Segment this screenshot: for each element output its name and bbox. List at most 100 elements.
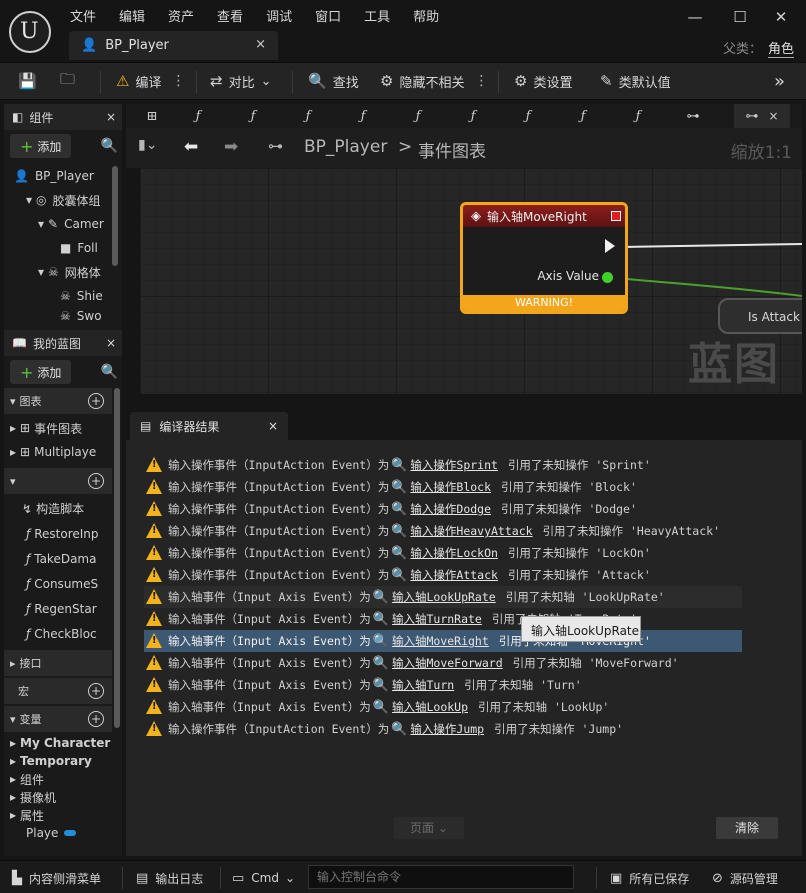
graph-tab-function[interactable]: ƒ <box>337 104 389 128</box>
menu-item-asset[interactable]: 资产 <box>168 6 194 25</box>
add-component-button[interactable]: + 添加 <box>10 134 72 158</box>
menu-item-window[interactable]: 窗口 <box>315 6 341 25</box>
graphs-section[interactable]: ▾ 图表 + <box>4 388 112 414</box>
node-link[interactable]: 输入操作Jump <box>410 721 484 737</box>
exec-pin-icon[interactable] <box>605 239 615 253</box>
graph-tab-function[interactable]: ƒ <box>282 104 334 128</box>
component-follow-camera[interactable]: ■ Foll <box>4 236 122 260</box>
component-capsule[interactable]: ▾ ◎ 胶囊体组 <box>4 188 122 212</box>
add-graph-icon[interactable]: + <box>88 393 104 409</box>
menu-item-help[interactable]: 帮助 <box>413 6 439 25</box>
node-link[interactable]: 输入操作HeavyAttack <box>410 523 532 539</box>
compiler-message-row[interactable]: 输入操作事件（InputAction Event）为🔍输入操作Block引用了未… <box>144 476 742 498</box>
close-tab-icon[interactable]: × <box>768 109 778 123</box>
back-arrow-icon[interactable]: ⬅ <box>184 137 198 157</box>
close-panel-icon[interactable]: × <box>106 110 116 124</box>
function-item[interactable]: ƒ TakeDama <box>4 546 112 571</box>
variable-category[interactable]: ▸ 摄像机 <box>4 788 112 806</box>
functions-section[interactable]: ▾ + <box>4 468 112 494</box>
component-root[interactable]: 👤 BP_Player <box>4 164 122 188</box>
graph-tab-graph[interactable]: ⊶ <box>667 104 719 128</box>
function-item[interactable]: ƒ RestoreInp <box>4 521 112 546</box>
component-mesh[interactable]: ▾ ☠ 网格体 <box>4 260 122 284</box>
node-link[interactable]: 输入轴LookUp <box>392 699 468 715</box>
save-icon[interactable]: 💾 <box>18 63 43 99</box>
node-link[interactable]: 输入操作LockOn <box>410 545 498 561</box>
graph-tab-function[interactable]: ƒ <box>447 104 499 128</box>
variable-category[interactable]: ▸ 属性 <box>4 806 112 824</box>
compiler-message-row[interactable]: 输入轴事件（Input Axis Event）为🔍输入轴LookUp引用了未知轴… <box>144 696 742 718</box>
graph-tab-function[interactable]: ƒ <box>392 104 444 128</box>
graph-canvas[interactable]: ◈ 输入轴MoveRight Axis Value WARNING! Is At… <box>140 168 802 394</box>
output-log-button[interactable]: ▤ 输出日志 <box>136 867 203 889</box>
toolbar-overflow-icon[interactable]: » <box>774 63 785 99</box>
variable-category[interactable]: ▸ Temporary <box>4 752 112 770</box>
input-axis-node[interactable]: ◈ 输入轴MoveRight Axis Value WARNING! <box>460 202 628 314</box>
maximize-icon[interactable]: ☐ <box>725 8 755 30</box>
content-drawer-button[interactable]: ▙ 内容侧滑菜单 <box>12 867 101 889</box>
source-control-button[interactable]: ⊘ 源码管理 <box>712 867 778 889</box>
diff-button[interactable]: ⇄ 对比 ⌄ <box>210 63 272 99</box>
function-item[interactable]: ƒ RegenStar <box>4 596 112 621</box>
minimize-icon[interactable]: — <box>680 8 710 30</box>
node-link[interactable]: 输入轴LookUpRate <box>392 589 496 605</box>
compiler-message-row[interactable]: 输入操作事件（InputAction Event）为🔍输入操作Attack引用了… <box>144 564 742 586</box>
function-item[interactable]: ƒ CheckBloc <box>4 621 112 646</box>
compiler-message-row[interactable]: 输入操作事件（InputAction Event）为🔍输入操作Jump引用了未知… <box>144 718 742 740</box>
compiler-message-row[interactable]: 输入操作事件（InputAction Event）为🔍输入操作Dodge引用了未… <box>144 498 742 520</box>
graph-item-multiplayer[interactable]: ▸ ⊞ Multiplaye <box>4 440 112 464</box>
variable-item[interactable]: Playe <box>4 824 112 842</box>
add-blueprint-item-button[interactable]: + 添加 <box>10 360 72 384</box>
node-link[interactable]: 输入操作Attack <box>410 567 498 583</box>
graph-tab-function[interactable]: ƒ <box>227 104 279 128</box>
unreal-logo-icon[interactable]: U <box>9 11 51 53</box>
class-settings-button[interactable]: ⚙ 类设置 <box>514 63 572 99</box>
node-link[interactable]: 输入轴Turn <box>392 677 454 693</box>
menu-item-view[interactable]: 查看 <box>217 6 243 25</box>
menu-item-file[interactable]: 文件 <box>70 6 96 25</box>
close-tab-icon[interactable]: × <box>268 419 278 433</box>
compiler-message-row[interactable]: 输入轴事件（Input Axis Event）为🔍输入轴TurnRate引用了未… <box>144 608 742 630</box>
graph-tab-function[interactable]: ƒ <box>612 104 664 128</box>
search-icon[interactable]: 🔍 <box>101 138 118 154</box>
compiler-message-row[interactable]: 输入轴事件（Input Axis Event）为🔍输入轴MoveForward引… <box>144 652 742 674</box>
compiler-message-row[interactable]: 输入操作事件（InputAction Event）为🔍输入操作LockOn引用了… <box>144 542 742 564</box>
components-scrollbar[interactable] <box>112 166 118 266</box>
compile-button[interactable]: ⚠ 编译 ⋮ <box>116 63 185 99</box>
node-link[interactable]: 输入轴MoveRight <box>392 633 489 649</box>
all-saved-button[interactable]: ▣ 所有已保存 <box>610 867 689 889</box>
function-item[interactable]: ƒ ConsumeS <box>4 571 112 596</box>
breadcrumb-blueprint[interactable]: BP_Player <box>304 137 387 157</box>
class-defaults-button[interactable]: ✎ 类默认值 <box>600 63 671 99</box>
cmd-selector[interactable]: ▭ Cmd ⌄ <box>232 867 295 889</box>
graph-tab-function[interactable]: ƒ <box>502 104 554 128</box>
my-blueprint-scrollbar[interactable] <box>114 388 120 728</box>
compiler-results-tab[interactable]: ▤ 编译器结果 × <box>130 412 288 440</box>
breadcrumb-event-graph[interactable]: 事件图表 <box>418 137 486 162</box>
graph-tab-event-graph[interactable]: ⊞ <box>126 104 178 128</box>
compiler-message-row[interactable]: 输入操作事件（InputAction Event）为🔍输入操作HeavyAtta… <box>144 520 742 542</box>
variable-category[interactable]: ▸ My Character <box>4 734 112 752</box>
console-command-input[interactable] <box>308 865 574 889</box>
close-panel-icon[interactable]: × <box>106 336 116 350</box>
compiler-message-row[interactable]: 输入轴事件（Input Axis Event）为🔍输入轴LookUpRate引用… <box>144 586 742 608</box>
component-camera-boom[interactable]: ▾ ✎ Camer <box>4 212 122 236</box>
menu-item-edit[interactable]: 编辑 <box>119 6 145 25</box>
graph-tab-function[interactable]: ƒ <box>557 104 609 128</box>
node-link[interactable]: 输入操作Dodge <box>410 501 491 517</box>
add-variable-icon[interactable]: + <box>88 711 104 727</box>
variable-category[interactable]: ▸ 组件 <box>4 770 112 788</box>
compiler-message-row[interactable]: 输入操作事件（InputAction Event）为🔍输入操作Sprint引用了… <box>144 454 742 476</box>
add-macro-icon[interactable]: + <box>88 683 104 699</box>
browse-asset-icon[interactable]: 🗀 <box>60 63 81 99</box>
compiler-message-row-selected[interactable]: 输入轴事件（Input Axis Event）为🔍输入轴MoveRight引用了… <box>144 630 742 652</box>
graph-tab-active[interactable]: ⊶ × <box>734 104 790 128</box>
bookmark-icon[interactable]: ▮⌄ <box>138 137 157 153</box>
menu-item-tools[interactable]: 工具 <box>364 6 390 25</box>
interfaces-section[interactable]: ▸ 接口 <box>4 650 112 676</box>
forward-arrow-icon[interactable]: ➡ <box>224 137 238 157</box>
close-window-icon[interactable]: ✕ <box>766 8 796 30</box>
graph-tab-function[interactable]: ƒ <box>172 104 224 128</box>
hide-unrelated-button[interactable]: ⚙ 隐藏不相关 ⋮ <box>380 63 488 99</box>
find-button[interactable]: 🔍 查找 <box>308 63 359 99</box>
